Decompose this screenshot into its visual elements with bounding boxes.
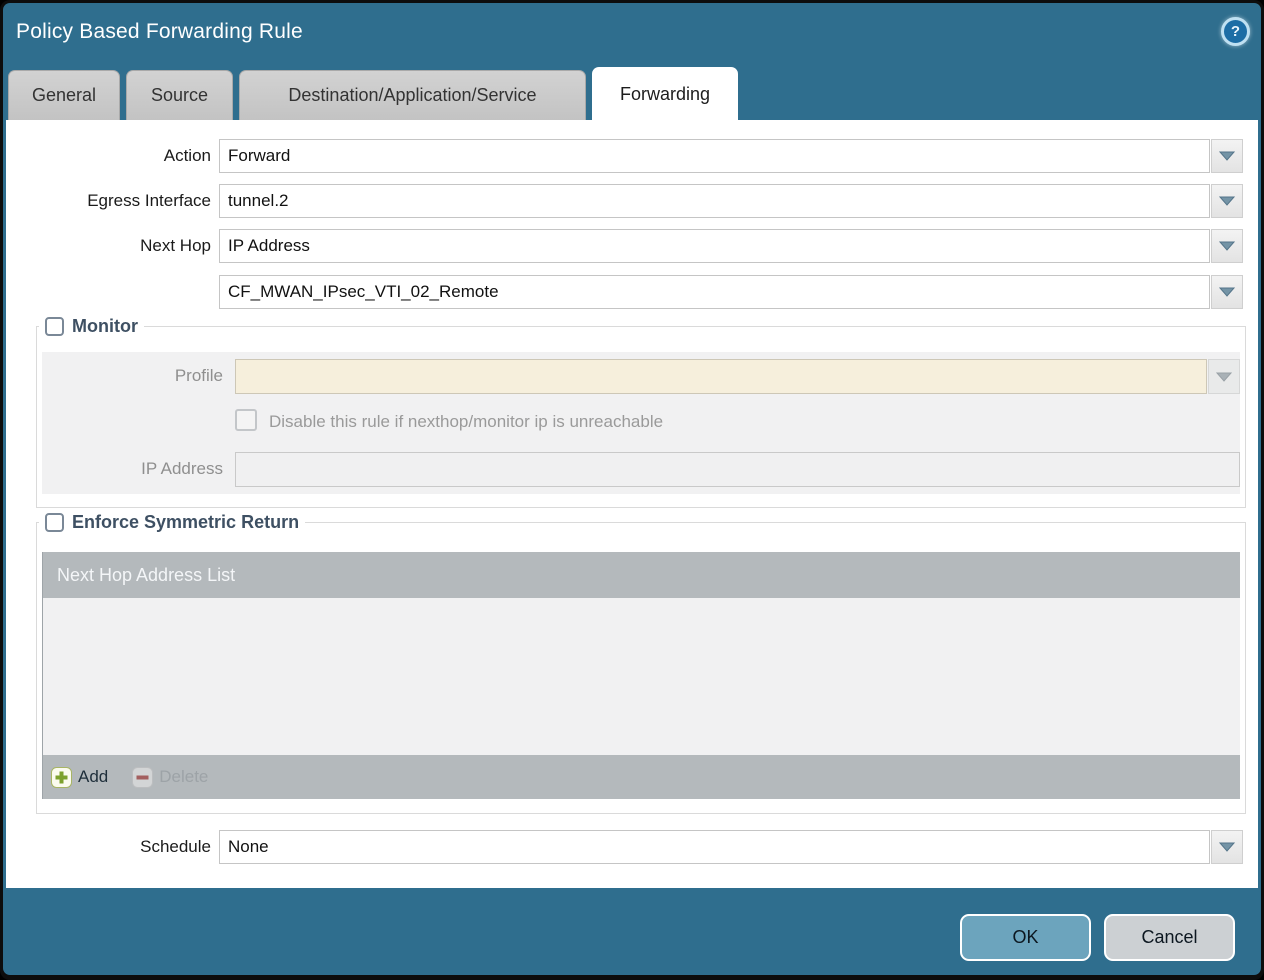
delete-button: Delete bbox=[132, 767, 208, 788]
chevron-down-icon bbox=[1216, 372, 1232, 382]
schedule-value[interactable]: None bbox=[219, 830, 1210, 864]
policy-based-forwarding-rule-dialog: Policy Based Forwarding Rule ? General S… bbox=[0, 0, 1264, 980]
monitor-legend: Monitor bbox=[72, 316, 138, 337]
tab-source[interactable]: Source bbox=[126, 70, 233, 120]
forwarding-tab-panel: Action Forward Egress Interface tunnel.2… bbox=[6, 120, 1258, 888]
next-hop-type-value[interactable]: IP Address bbox=[219, 229, 1210, 263]
chevron-down-icon bbox=[1219, 287, 1235, 297]
tab-label: General bbox=[32, 85, 96, 106]
ok-label: OK bbox=[1012, 927, 1038, 948]
ok-button[interactable]: OK bbox=[960, 914, 1091, 961]
action-dropdown[interactable]: Forward bbox=[219, 139, 1243, 173]
help-icon[interactable]: ? bbox=[1221, 17, 1250, 46]
tab-destination-application-service[interactable]: Destination/Application/Service bbox=[239, 70, 586, 120]
table-body[interactable] bbox=[43, 598, 1240, 755]
monitor-group: Monitor Profile Disable this rule if nex… bbox=[36, 316, 1246, 508]
enforce-symmetric-return-checkbox[interactable] bbox=[45, 513, 64, 532]
egress-interface-dropdown-button[interactable] bbox=[1211, 184, 1243, 218]
table-header: Next Hop Address List bbox=[43, 552, 1240, 598]
chevron-down-icon bbox=[1219, 151, 1235, 161]
egress-interface-label: Egress Interface bbox=[6, 191, 211, 211]
monitor-ip-address-input bbox=[235, 452, 1240, 487]
tab-general[interactable]: General bbox=[8, 70, 120, 120]
enforce-symmetric-return-group: Enforce Symmetric Return Next Hop Addres… bbox=[36, 512, 1246, 814]
schedule-label: Schedule bbox=[6, 837, 211, 857]
schedule-dropdown[interactable]: None bbox=[219, 830, 1243, 864]
next-hop-address-dropdown-button[interactable] bbox=[1211, 275, 1243, 309]
schedule-dropdown-button[interactable] bbox=[1211, 830, 1243, 864]
cancel-button[interactable]: Cancel bbox=[1104, 914, 1235, 961]
profile-value bbox=[235, 359, 1207, 394]
disable-rule-label: Disable this rule if nexthop/monitor ip … bbox=[269, 412, 663, 432]
tab-forwarding[interactable]: Forwarding bbox=[592, 67, 738, 120]
table-footer: Add Delete bbox=[43, 755, 1240, 799]
plus-icon bbox=[51, 767, 72, 788]
chevron-down-icon bbox=[1219, 241, 1235, 251]
next-hop-address-table: Next Hop Address List Add bbox=[42, 552, 1240, 799]
action-label: Action bbox=[6, 146, 211, 166]
next-hop-label: Next Hop bbox=[6, 236, 211, 256]
tab-label: Source bbox=[151, 85, 208, 106]
next-hop-type-dropdown-button[interactable] bbox=[1211, 229, 1243, 263]
action-dropdown-button[interactable] bbox=[1211, 139, 1243, 173]
egress-interface-dropdown[interactable]: tunnel.2 bbox=[219, 184, 1243, 218]
help-glyph: ? bbox=[1231, 23, 1240, 40]
profile-dropdown-button bbox=[1208, 359, 1240, 394]
tab-label: Forwarding bbox=[620, 84, 710, 105]
chevron-down-icon bbox=[1219, 196, 1235, 206]
tab-label: Destination/Application/Service bbox=[288, 85, 536, 106]
profile-dropdown bbox=[235, 359, 1240, 394]
delete-label: Delete bbox=[159, 767, 208, 787]
profile-label: Profile bbox=[37, 366, 223, 386]
monitor-ip-address-label: IP Address bbox=[37, 459, 223, 479]
minus-icon bbox=[132, 767, 153, 788]
add-label: Add bbox=[78, 767, 108, 787]
monitor-checkbox[interactable] bbox=[45, 317, 64, 336]
next-hop-address-value[interactable]: CF_MWAN_IPsec_VTI_02_Remote bbox=[219, 275, 1210, 309]
action-value[interactable]: Forward bbox=[219, 139, 1210, 173]
add-button[interactable]: Add bbox=[51, 767, 108, 788]
chevron-down-icon bbox=[1219, 842, 1235, 852]
enforce-symmetric-return-legend: Enforce Symmetric Return bbox=[72, 512, 299, 533]
next-hop-address-dropdown[interactable]: CF_MWAN_IPsec_VTI_02_Remote bbox=[219, 275, 1243, 309]
cancel-label: Cancel bbox=[1141, 927, 1197, 948]
disable-rule-checkbox bbox=[235, 409, 257, 431]
next-hop-type-dropdown[interactable]: IP Address bbox=[219, 229, 1243, 263]
dialog-title: Policy Based Forwarding Rule bbox=[16, 20, 303, 44]
egress-interface-value[interactable]: tunnel.2 bbox=[219, 184, 1210, 218]
